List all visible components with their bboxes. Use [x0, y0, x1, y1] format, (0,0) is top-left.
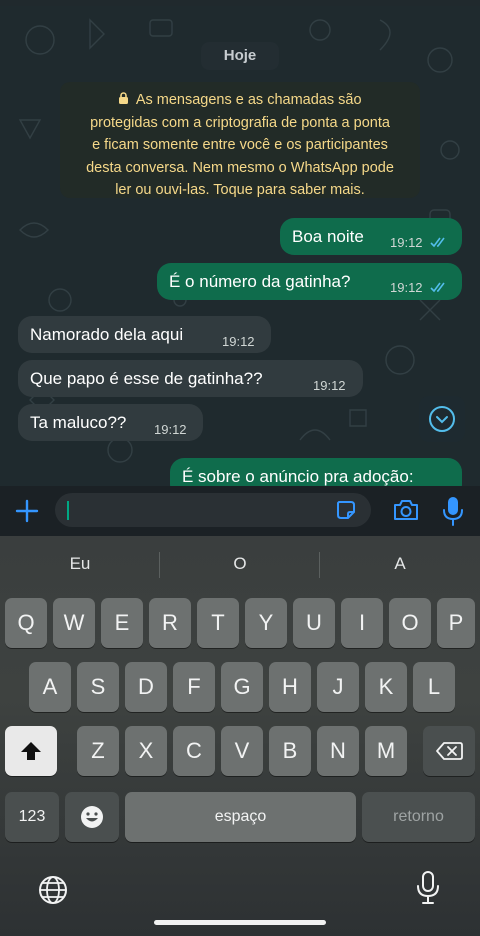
key-w[interactable]: W: [53, 598, 95, 648]
message-text: Ta maluco??: [30, 413, 127, 432]
emoji-key[interactable]: [65, 792, 119, 842]
key-r[interactable]: R: [149, 598, 191, 648]
encryption-notice-line: As mensagens e as chamadas são: [70, 89, 410, 112]
message-input-bar: [0, 486, 480, 536]
encryption-notice-line: ler ou ouvi-las. Toque para saber mais.: [115, 182, 365, 198]
message-incoming[interactable]: Ta maluco?? 19:12: [18, 404, 203, 441]
lock-icon: [118, 92, 132, 107]
suggestion[interactable]: A: [320, 536, 480, 582]
message-text: Boa noite: [292, 227, 364, 246]
message-incoming[interactable]: Namorado dela aqui 19:12: [18, 316, 271, 353]
backspace-key[interactable]: [423, 726, 475, 776]
key-b[interactable]: B: [269, 726, 311, 776]
message-text: É o número da gatinha?: [169, 272, 351, 291]
key-m[interactable]: M: [365, 726, 407, 776]
dictation-icon[interactable]: [415, 870, 441, 906]
message-outgoing[interactable]: É sobre o anúncio pra adoção:: [170, 458, 462, 486]
keyboard: Eu O A Q W E R T Y U I O P A S D F G H J…: [0, 536, 480, 936]
message-text: Que papo é esse de gatinha??: [30, 369, 263, 388]
key-u[interactable]: U: [293, 598, 335, 648]
emoji-icon: [81, 806, 103, 828]
chevron-down-icon: [429, 406, 455, 432]
key-j[interactable]: J: [317, 662, 359, 712]
encryption-notice[interactable]: As mensagens e as chamadas são protegida…: [60, 82, 420, 198]
message-time: 19:12: [390, 235, 423, 250]
suggestion[interactable]: Eu: [0, 536, 160, 582]
encryption-notice-line: protegidas com a criptografia de ponta a…: [90, 114, 390, 131]
message-text: Namorado dela aqui: [30, 325, 184, 344]
key-z[interactable]: Z: [77, 726, 119, 776]
home-indicator[interactable]: [154, 920, 326, 925]
microphone-icon[interactable]: [441, 495, 465, 527]
message-outgoing[interactable]: Boa noite 19:12: [280, 218, 462, 255]
numbers-key[interactable]: 123: [5, 792, 59, 842]
key-o[interactable]: O: [389, 598, 431, 648]
message-time: 19:12: [154, 422, 187, 437]
message-input[interactable]: [55, 493, 371, 527]
suggestion[interactable]: O: [160, 536, 320, 582]
key-c[interactable]: C: [173, 726, 215, 776]
message-outgoing[interactable]: É o número da gatinha? 19:12: [157, 263, 462, 300]
camera-icon[interactable]: [392, 498, 420, 522]
key-n[interactable]: N: [317, 726, 359, 776]
key-p[interactable]: P: [437, 598, 475, 648]
message-text: É sobre o anúncio pra adoção:: [182, 467, 414, 486]
space-key[interactable]: espaço: [125, 792, 356, 842]
plus-icon[interactable]: [14, 498, 40, 524]
return-key[interactable]: retorno: [362, 792, 475, 842]
key-a[interactable]: A: [29, 662, 71, 712]
key-l[interactable]: L: [413, 662, 455, 712]
sticker-icon[interactable]: [335, 499, 357, 521]
shift-icon: [21, 742, 41, 760]
shift-key[interactable]: [5, 726, 57, 776]
key-f[interactable]: F: [173, 662, 215, 712]
key-y[interactable]: Y: [245, 598, 287, 648]
key-i[interactable]: I: [341, 598, 383, 648]
key-h[interactable]: H: [269, 662, 311, 712]
key-d[interactable]: D: [125, 662, 167, 712]
message-incoming[interactable]: Que papo é esse de gatinha?? 19:12: [18, 360, 363, 397]
key-g[interactable]: G: [221, 662, 263, 712]
text-caret: [67, 501, 69, 520]
key-v[interactable]: V: [221, 726, 263, 776]
date-divider: Hoje: [201, 42, 279, 70]
message-time: 19:12: [390, 280, 423, 295]
message-time: 19:12: [222, 334, 255, 349]
key-t[interactable]: T: [197, 598, 239, 648]
key-e[interactable]: E: [101, 598, 143, 648]
top-edge: [0, 0, 480, 6]
key-k[interactable]: K: [365, 662, 407, 712]
chat-area[interactable]: Hoje As mensagens e as chamadas são prot…: [0, 0, 480, 486]
read-ticks-icon: [430, 237, 445, 248]
key-s[interactable]: S: [77, 662, 119, 712]
encryption-notice-line: e ficam somente entre você e os particip…: [92, 137, 388, 153]
encryption-notice-line: desta conversa. Nem mesmo o WhatsApp pod…: [86, 159, 394, 176]
scroll-to-bottom-button[interactable]: [419, 396, 465, 442]
key-q[interactable]: Q: [5, 598, 47, 648]
message-time: 19:12: [313, 378, 346, 393]
key-x[interactable]: X: [125, 726, 167, 776]
read-ticks-icon: [430, 282, 445, 293]
globe-icon[interactable]: [37, 874, 69, 906]
backspace-icon: [436, 742, 463, 760]
